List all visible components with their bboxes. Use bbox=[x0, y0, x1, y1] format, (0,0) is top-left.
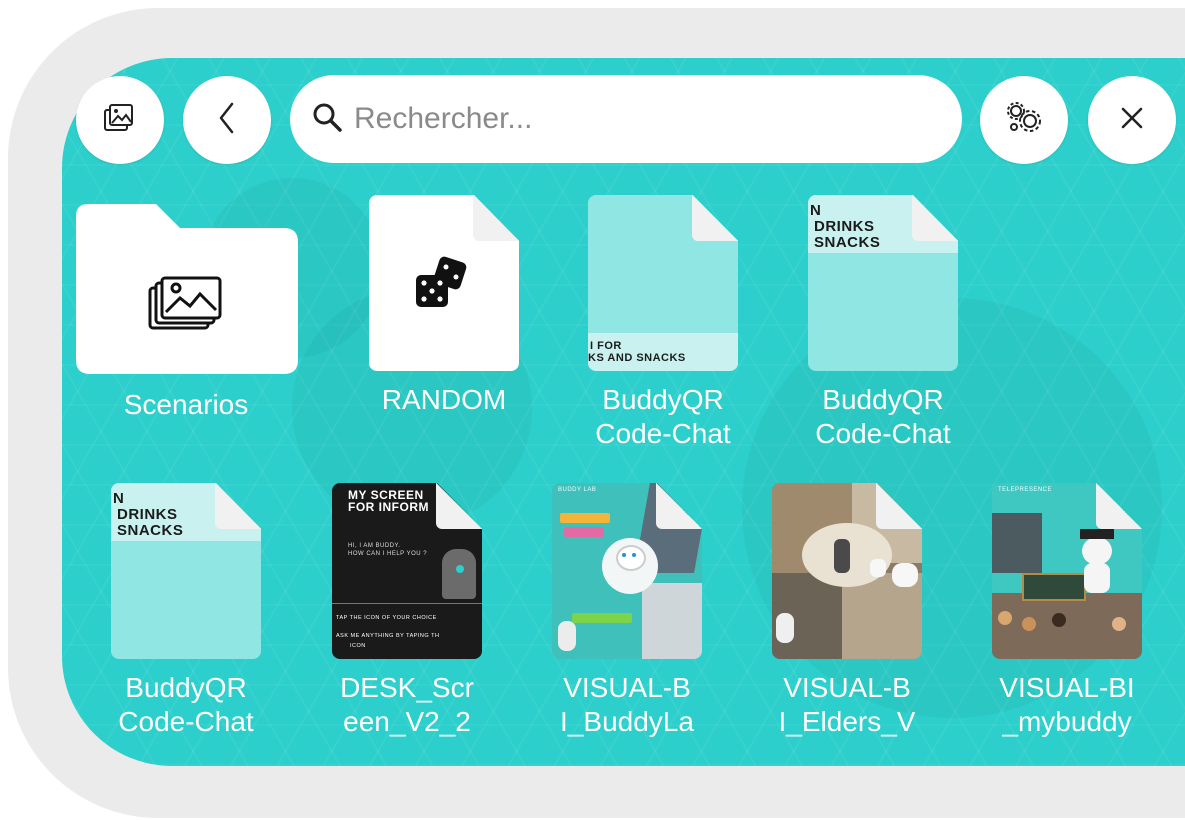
grid-item-label: Scenarios bbox=[123, 389, 249, 420]
grid-item-random[interactable]: RANDOM bbox=[334, 195, 554, 425]
grid-item-desk-screen[interactable]: MY SCREEN FOR INFORM HI, I AM BUDDY. HOW… bbox=[297, 483, 517, 743]
grid-item-label: BuddyQR Code-Chat bbox=[118, 672, 254, 737]
settings-button[interactable] bbox=[980, 76, 1068, 164]
thumbnail-text: HI, I AM BUDDY. bbox=[348, 543, 401, 549]
search-input[interactable] bbox=[352, 101, 916, 137]
grid-item-scenarios[interactable]: Scenarios bbox=[76, 200, 298, 430]
dice-icon bbox=[412, 255, 472, 320]
images-icon bbox=[148, 276, 224, 335]
page-fold bbox=[473, 195, 519, 241]
page-fold bbox=[656, 483, 702, 529]
page-fold bbox=[1096, 483, 1142, 529]
thumbnail-text: FOR INFORM bbox=[348, 500, 429, 514]
thumbnail-text: N bbox=[810, 202, 822, 219]
thumbnail-text: ASK ME ANYTHING BY TAPING TH bbox=[336, 633, 440, 639]
thumbnail-text: TAP THE ICON OF YOUR CHOICE bbox=[336, 615, 437, 621]
page-fold bbox=[692, 195, 738, 241]
grid-item-label: RANDOM bbox=[381, 384, 507, 415]
thumbnail-text: N bbox=[113, 490, 125, 507]
thumbnail-text: BUDDY LAB bbox=[558, 487, 597, 493]
thumbnail-text: DRINKS bbox=[814, 218, 875, 235]
grid-item-label: BuddyQR Code-Chat bbox=[595, 384, 731, 449]
thumbnail-text: HOW CAN I HELP YOU ? bbox=[348, 551, 428, 557]
grid-item-visual-mybuddy[interactable]: TELEPRESENCE VISUAL-BI _mybuddy bbox=[957, 483, 1177, 743]
gallery-icon bbox=[103, 103, 137, 138]
thumbnail-text: I FOR bbox=[590, 340, 622, 352]
grid-item-label: DESK_Scr een_V2_2 bbox=[340, 672, 474, 737]
thumbnail-text: SNACKS bbox=[814, 234, 881, 251]
grid-item-label: BuddyQR Code-Chat bbox=[815, 384, 951, 449]
grid-item-buddyqr-1[interactable]: I FOR KS AND SNACKS BuddyQR Code-Chat bbox=[553, 195, 773, 455]
search-bar[interactable] bbox=[290, 75, 962, 163]
thumbnail-text: DRINKS bbox=[117, 506, 178, 523]
thumbnail-text: SNACKS bbox=[117, 522, 184, 539]
thumbnail-text: KS AND SNACKS bbox=[588, 352, 686, 364]
page-fold bbox=[876, 483, 922, 529]
chevron-left-icon bbox=[217, 101, 237, 140]
grid-item-visual-buddylab[interactable]: BUDDY LAB VISUAL-B I_BuddyLa bbox=[517, 483, 737, 743]
page-fold bbox=[912, 195, 958, 241]
gallery-button[interactable] bbox=[76, 76, 164, 164]
grid-item-buddyqr-3[interactable]: N DRINKS SNACKS BuddyQR Code-Chat bbox=[76, 483, 296, 743]
page-fold bbox=[215, 483, 261, 529]
thumbnail-text: TELEPRESENCE bbox=[998, 487, 1053, 493]
thumbnail-text: ICON bbox=[350, 643, 366, 649]
back-button[interactable] bbox=[183, 76, 271, 164]
grid-item-label: VISUAL-B I_Elders_V bbox=[778, 672, 916, 737]
grid-item-label: VISUAL-B I_BuddyLa bbox=[560, 672, 694, 737]
close-icon bbox=[1120, 106, 1144, 135]
gears-icon bbox=[1004, 101, 1044, 140]
close-button[interactable] bbox=[1088, 76, 1176, 164]
page-fold bbox=[436, 483, 482, 529]
grid-item-buddyqr-2[interactable]: N DRINKS SNACKS BuddyQR Code-Chat bbox=[773, 195, 993, 455]
grid-item-label: VISUAL-BI _mybuddy bbox=[999, 672, 1135, 737]
search-icon bbox=[290, 102, 342, 137]
grid-item-visual-elders[interactable]: VISUAL-B I_Elders_V bbox=[737, 483, 957, 743]
